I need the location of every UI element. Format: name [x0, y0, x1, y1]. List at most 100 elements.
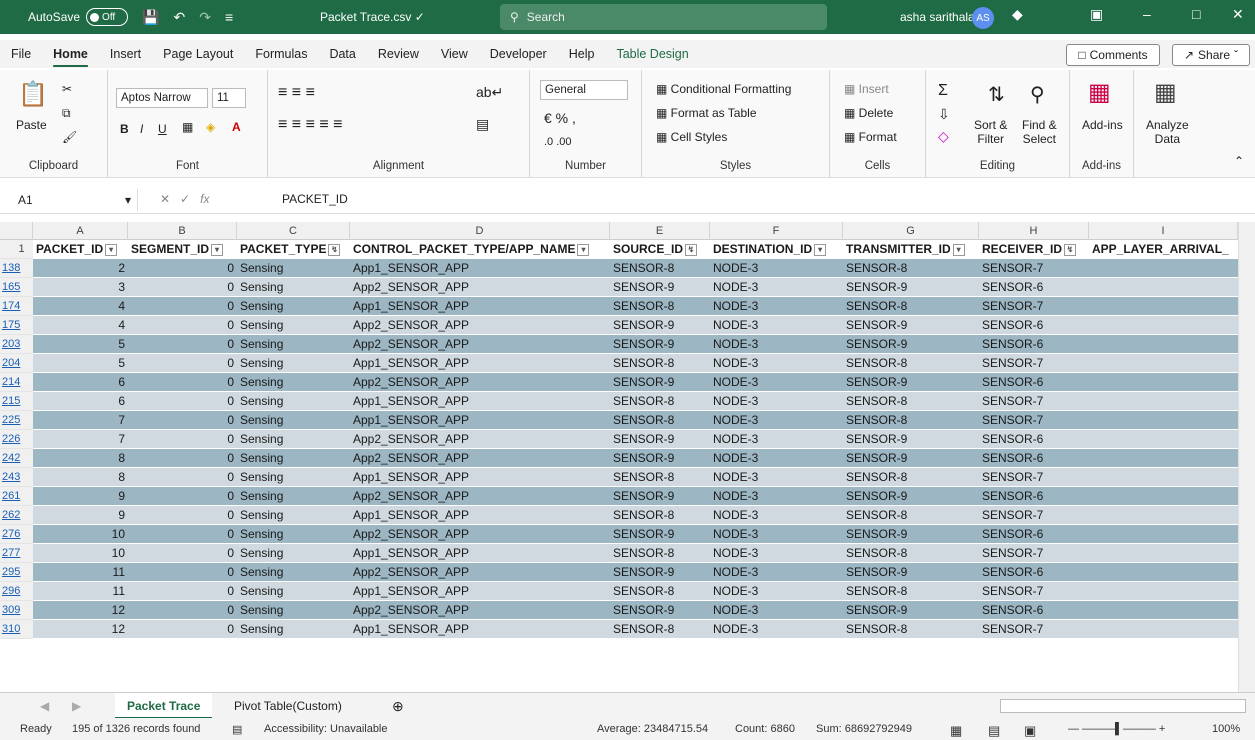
table-cell[interactable]: App1_SENSOR_APP [350, 544, 610, 563]
row-header[interactable]: 277 [0, 544, 33, 563]
format-painter-icon[interactable]: 🖌 [62, 130, 77, 144]
table-cell[interactable]: 10 [33, 525, 128, 544]
row-header[interactable]: 226 [0, 430, 33, 449]
table-cell[interactable]: Sensing [237, 487, 350, 506]
filter-header[interactable]: CONTROL_PACKET_TYPE/APP_NAME ▾ [350, 240, 610, 259]
paste-icon[interactable]: 📋 [18, 80, 48, 109]
table-cell[interactable] [1089, 297, 1238, 316]
table-cell[interactable]: 2 [33, 259, 128, 278]
table-cell[interactable]: SENSOR-8 [610, 354, 710, 373]
tab-insert[interactable]: Insert [99, 47, 152, 61]
table-cell[interactable]: App2_SENSOR_APP [350, 335, 610, 354]
table-cell[interactable]: App1_SENSOR_APP [350, 582, 610, 601]
table-cell[interactable]: SENSOR-9 [610, 525, 710, 544]
minimize-icon[interactable]: – [1143, 6, 1151, 22]
table-cell[interactable]: 0 [128, 487, 237, 506]
column-header[interactable]: I [1089, 222, 1238, 240]
row-header[interactable]: 310 [0, 620, 33, 639]
column-header[interactable]: E [610, 222, 710, 240]
table-cell[interactable]: SENSOR-9 [843, 525, 979, 544]
table-cell[interactable]: NODE-3 [710, 316, 843, 335]
table-cell[interactable]: 11 [33, 563, 128, 582]
save-icon[interactable]: 💾 [142, 9, 159, 26]
table-cell[interactable]: 0 [128, 468, 237, 487]
table-cell[interactable]: NODE-3 [710, 506, 843, 525]
table-cell[interactable]: 6 [33, 392, 128, 411]
fill-icon[interactable]: ⇩ [938, 106, 950, 123]
filter-header[interactable]: PACKET_TYPE ↯ [237, 240, 350, 259]
table-cell[interactable]: SENSOR-9 [610, 430, 710, 449]
italic-icon[interactable]: I [140, 122, 143, 136]
table-cell[interactable]: SENSOR-8 [610, 392, 710, 411]
column-header[interactable]: B [128, 222, 237, 240]
table-cell[interactable]: 9 [33, 506, 128, 525]
table-cell[interactable]: 0 [128, 354, 237, 373]
zoom-slider[interactable]: — ———▌——— + [1068, 723, 1165, 735]
table-cell[interactable]: 0 [128, 392, 237, 411]
row-header[interactable]: 215 [0, 392, 33, 411]
table-cell[interactable] [1089, 392, 1238, 411]
table-cell[interactable]: SENSOR-9 [843, 278, 979, 297]
table-cell[interactable]: SENSOR-7 [979, 468, 1089, 487]
table-cell[interactable]: NODE-3 [710, 392, 843, 411]
table-cell[interactable]: 0 [128, 316, 237, 335]
table-cell[interactable]: 12 [33, 620, 128, 639]
row-header[interactable]: 174 [0, 297, 33, 316]
formula-controls[interactable]: ✕ ✓ fx [160, 192, 209, 206]
table-cell[interactable]: NODE-3 [710, 601, 843, 620]
maximize-icon[interactable]: □ [1192, 6, 1200, 22]
row-header[interactable]: 243 [0, 468, 33, 487]
column-header[interactable]: C [237, 222, 350, 240]
table-cell[interactable]: SENSOR-9 [610, 373, 710, 392]
table-cell[interactable] [1089, 582, 1238, 601]
table-cell[interactable]: Sensing [237, 430, 350, 449]
table-cell[interactable]: App1_SENSOR_APP [350, 354, 610, 373]
page-layout-view-icon[interactable]: ▤ [988, 723, 1000, 739]
table-cell[interactable]: SENSOR-7 [979, 582, 1089, 601]
table-cell[interactable]: SENSOR-6 [979, 601, 1089, 620]
format-as-table-button[interactable]: ▦ Format as Table [656, 106, 757, 120]
table-cell[interactable]: SENSOR-7 [979, 620, 1089, 639]
number-format-select[interactable]: General [540, 80, 628, 100]
table-cell[interactable]: App2_SENSOR_APP [350, 525, 610, 544]
row-header[interactable]: 1 [0, 240, 33, 259]
table-cell[interactable]: Sensing [237, 316, 350, 335]
comments-button[interactable]: □ Comments [1066, 44, 1160, 66]
autosave[interactable]: AutoSave Off [28, 8, 129, 26]
table-cell[interactable]: SENSOR-8 [610, 544, 710, 563]
cut-icon[interactable]: ✂ [62, 82, 72, 96]
table-cell[interactable]: App2_SENSOR_APP [350, 563, 610, 582]
tab-page-layout[interactable]: Page Layout [152, 47, 244, 61]
table-cell[interactable]: App1_SENSOR_APP [350, 411, 610, 430]
fill-color-icon[interactable]: ◈ [206, 120, 215, 134]
diamond-icon[interactable]: ◆ [1012, 6, 1023, 23]
column-header[interactable]: A [33, 222, 128, 240]
vertical-scrollbar[interactable] [1238, 222, 1255, 692]
tab-file[interactable]: File [0, 47, 42, 61]
table-cell[interactable]: Sensing [237, 278, 350, 297]
table-cell[interactable]: 0 [128, 411, 237, 430]
table-cell[interactable]: SENSOR-6 [979, 430, 1089, 449]
filter-header[interactable]: DESTINATION_ID ▾ [710, 240, 843, 259]
table-cell[interactable]: NODE-3 [710, 411, 843, 430]
table-cell[interactable]: 0 [128, 297, 237, 316]
table-cell[interactable]: Sensing [237, 259, 350, 278]
table-cell[interactable]: SENSOR-9 [610, 316, 710, 335]
table-cell[interactable] [1089, 373, 1238, 392]
delete-cells-button[interactable]: ▦ Delete [844, 106, 893, 120]
table-cell[interactable]: SENSOR-8 [610, 297, 710, 316]
table-cell[interactable]: SENSOR-6 [979, 373, 1089, 392]
table-cell[interactable]: SENSOR-8 [843, 506, 979, 525]
filter-header[interactable]: APP_LAYER_ARRIVAL_ [1089, 240, 1238, 259]
row-header[interactable]: 295 [0, 563, 33, 582]
addins-button[interactable]: Add-ins [1082, 118, 1123, 132]
table-cell[interactable]: SENSOR-8 [610, 259, 710, 278]
close-icon[interactable]: ✕ [1232, 6, 1244, 23]
table-cell[interactable]: SENSOR-7 [979, 392, 1089, 411]
table-cell[interactable]: NODE-3 [710, 259, 843, 278]
table-cell[interactable]: 0 [128, 259, 237, 278]
table-cell[interactable]: SENSOR-9 [843, 449, 979, 468]
filter-header[interactable]: SOURCE_ID ↯ [610, 240, 710, 259]
table-cell[interactable]: 0 [128, 506, 237, 525]
row-header[interactable]: 262 [0, 506, 33, 525]
